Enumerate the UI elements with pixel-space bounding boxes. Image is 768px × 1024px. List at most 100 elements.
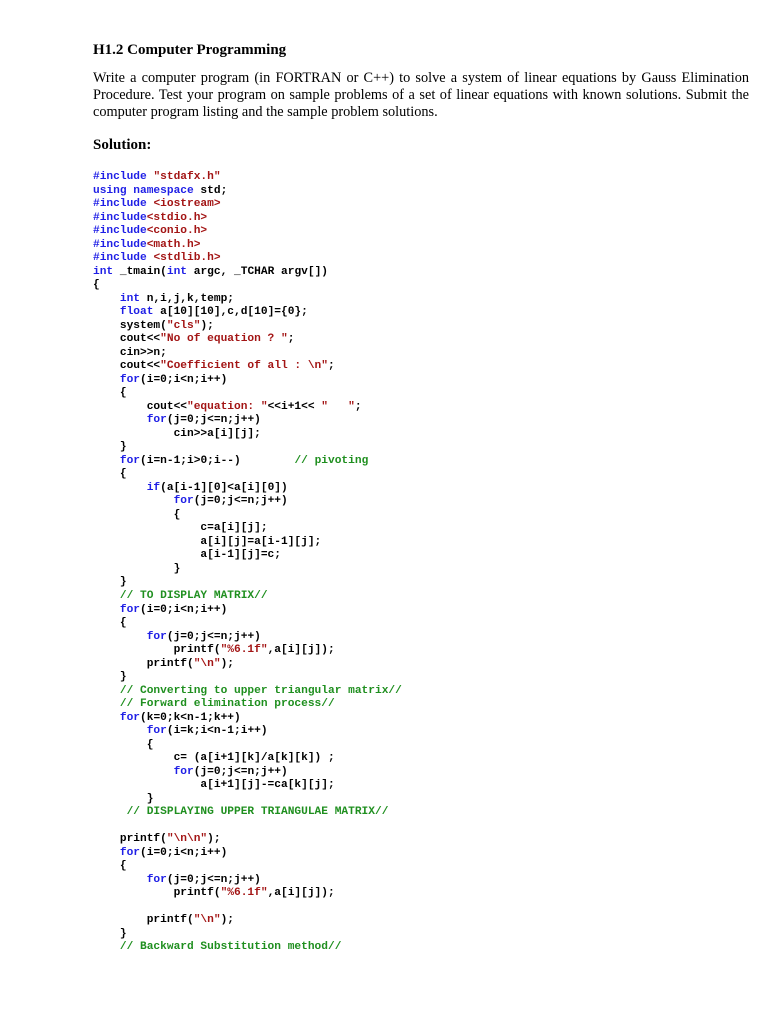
code-text: );	[207, 833, 221, 846]
code-string: "%6.1f"	[220, 887, 268, 900]
code-keyword: for	[146, 873, 167, 886]
code-text: cout<<	[93, 360, 161, 373]
code-string: "equation: "	[187, 400, 268, 413]
code-text: argc, _TCHAR argv[])	[187, 265, 329, 278]
code-text: system(	[93, 319, 167, 332]
code-line: cout<<"No of equation ? ";	[93, 333, 402, 347]
code-line: #include <iostream>	[93, 198, 402, 212]
code-text: (i=k;i<n-1;i++)	[166, 725, 268, 738]
code-text: n,i,j,k,temp;	[140, 292, 235, 305]
code-line: }	[93, 441, 402, 455]
code-string: "%6.1f"	[220, 644, 268, 657]
code-line: for(j=0;j<=n;j++)	[93, 874, 402, 888]
code-line: for(i=n-1;i>0;i--) // pivoting	[93, 455, 402, 469]
code-line: for(j=0;j<=n;j++)	[93, 631, 402, 645]
code-text: {	[93, 508, 181, 521]
code-keyword: for	[119, 373, 141, 386]
code-keyword: for	[119, 846, 141, 859]
code-text: }	[93, 562, 181, 575]
code-text: {	[93, 738, 154, 751]
code-text: }	[93, 927, 127, 940]
code-listing: #include "stdafx.h" using namespace std; #…	[93, 171, 402, 955]
code-comment: // Backward Substitution method//	[119, 941, 342, 954]
code-text: ;	[287, 333, 295, 346]
code-keyword: for	[146, 414, 167, 427]
code-line: for(j=0;j<=n;j++)	[93, 766, 402, 780]
code-comment: // Converting to upper triangular matrix…	[119, 684, 402, 697]
code-string: "\n"	[193, 657, 221, 670]
code-string: "Coefficient of all : \n"	[160, 360, 328, 373]
code-line: for(i=0;i<n;i++)	[93, 604, 402, 618]
code-text: printf(	[93, 914, 194, 927]
code-keyword: #include	[93, 211, 147, 224]
code-line: #include<math.h>	[93, 239, 402, 253]
code-text: c= (a[i+1][k]/a[k][k]) ;	[93, 752, 335, 765]
code-comment: // TO DISPLAY MATRIX//	[119, 589, 268, 602]
code-keyword: int	[93, 265, 114, 278]
code-text: ;	[354, 400, 362, 413]
code-line: system("cls");	[93, 320, 402, 334]
code-text: );	[200, 319, 214, 332]
code-text: std;	[193, 184, 228, 197]
code-text: );	[220, 657, 235, 670]
code-line: printf("\n\n");	[93, 833, 402, 847]
code-text: c=a[i][j];	[93, 522, 268, 535]
code-line: #include<stdio.h>	[93, 212, 402, 226]
code-keyword: #include	[93, 238, 147, 251]
code-line: for(i=0;i<n;i++)	[93, 847, 402, 861]
code-line: }	[93, 563, 402, 577]
code-keyword: #include	[93, 225, 147, 238]
code-line: {	[93, 860, 402, 874]
code-line: {	[93, 279, 402, 293]
code-line: int _tmain(int argc, _TCHAR argv[])	[93, 266, 402, 280]
code-line: printf("%6.1f",a[i][j]);	[93, 887, 402, 901]
code-text: (i=0;i<n;i++)	[140, 373, 228, 386]
code-keyword: for	[146, 630, 167, 643]
code-text: a[10][10],c,d[10]={0};	[153, 306, 308, 319]
code-comment: // Forward elimination process//	[119, 698, 335, 711]
code-line: int n,i,j,k,temp;	[93, 293, 402, 307]
code-text: a[i][j]=a[i-1][j];	[93, 535, 322, 548]
code-keyword: for	[173, 495, 194, 508]
code-keyword: float	[119, 306, 154, 319]
code-line: c= (a[i+1][k]/a[k][k]) ;	[93, 752, 402, 766]
code-string: "cls"	[166, 319, 201, 332]
code-text: {	[93, 468, 127, 481]
code-line: }	[93, 671, 402, 685]
code-text: (i=n-1;i>0;i--)	[140, 454, 295, 467]
code-text: (j=0;j<=n;j++)	[166, 414, 261, 427]
code-keyword: #include	[93, 252, 147, 265]
code-keyword: int	[119, 292, 141, 305]
code-line: cin>>a[i][j];	[93, 428, 402, 442]
code-line: a[i+1][j]-=ca[k][j];	[93, 779, 402, 793]
code-keyword: #include	[93, 171, 147, 183]
code-text: (j=0;j<=n;j++)	[166, 873, 261, 886]
code-comment: // DISPLAYING UPPER TRIANGULAE MATRIX//	[126, 806, 389, 819]
code-string: <iostream>	[153, 198, 221, 211]
code-text: ,a[i][j]);	[267, 644, 335, 657]
problem-statement: Write a computer program (in FORTRAN or …	[93, 70, 749, 120]
code-line: {	[93, 739, 402, 753]
code-string: <conio.h>	[146, 225, 208, 238]
code-line: a[i][j]=a[i-1][j];	[93, 536, 402, 550]
code-text: {	[93, 279, 100, 292]
code-text: cin>>n;	[93, 346, 167, 359]
code-comment: // pivoting	[294, 454, 369, 467]
code-line: printf("\n");	[93, 658, 402, 672]
code-text: (k=0;k<n-1;k++)	[140, 711, 241, 724]
code-text: }	[93, 792, 154, 805]
code-text: }	[93, 441, 127, 454]
code-string: <stdlib.h>	[153, 252, 221, 265]
code-text: ,a[i][j]);	[267, 887, 335, 900]
code-line: // Backward Substitution method//	[93, 941, 402, 955]
